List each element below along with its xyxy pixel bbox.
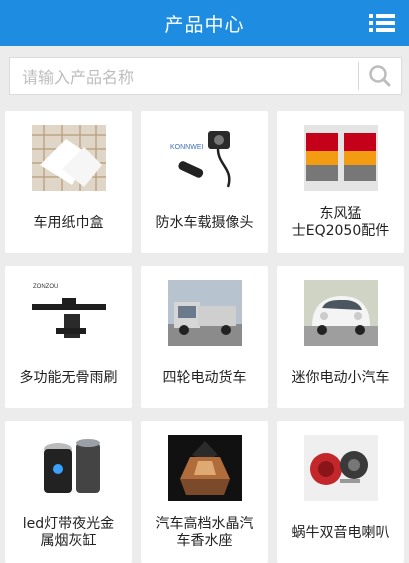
product-card-snail-horn[interactable]: 蜗牛双音电喇叭	[277, 421, 404, 563]
search-bar	[0, 46, 409, 103]
product-label: 车用纸巾盒	[33, 214, 104, 231]
search-button[interactable]	[359, 58, 401, 94]
product-card-ashtray[interactable]: led灯带夜光金 属烟灰缸	[5, 421, 132, 563]
product-card-wiper[interactable]: ZONZOU 多功能无骨雨刷	[5, 266, 132, 408]
svg-text:KONNWEI: KONNWEI	[170, 144, 204, 151]
tissue-box-image	[32, 125, 106, 191]
snail-horn-image	[304, 435, 378, 501]
product-card-electric-truck[interactable]: 四轮电动货车	[141, 266, 268, 408]
product-label: 多功能无骨雨刷	[19, 369, 118, 386]
search-input[interactable]	[20, 58, 354, 96]
product-label: 四轮电动货车	[162, 369, 247, 386]
product-card-mini-car[interactable]: 迷你电动小汽车	[277, 266, 404, 408]
page-title: 产品中心	[164, 13, 245, 36]
svg-text:ZONZOU: ZONZOU	[33, 284, 58, 290]
product-card-tissue-box[interactable]: 车用纸巾盒	[5, 111, 132, 253]
mini-car-image	[304, 280, 378, 346]
wiper-image: ZONZOU	[32, 280, 106, 346]
ashtray-image	[32, 435, 106, 501]
product-card-waterproof-camera[interactable]: KONNWEI 防水车载摄像头	[141, 111, 268, 253]
perfume-seat-image	[168, 435, 242, 501]
product-label: 迷你电动小汽车	[291, 369, 390, 386]
tail-light-image	[304, 125, 378, 191]
product-label: 东风猛 士EQ2050配件	[291, 206, 390, 239]
product-label: 防水车载摄像头	[155, 214, 254, 231]
magnifier-icon	[369, 65, 391, 87]
search-box	[9, 57, 402, 96]
app-header: 产品中心	[0, 0, 409, 46]
camera-image: KONNWEI	[168, 125, 242, 191]
electric-truck-image	[168, 280, 242, 346]
product-card-dongfeng-parts[interactable]: 东风猛 士EQ2050配件	[277, 111, 404, 253]
list-menu-icon[interactable]	[369, 14, 395, 32]
product-card-perfume-seat[interactable]: 汽车高档水晶汽 车香水座	[141, 421, 268, 563]
